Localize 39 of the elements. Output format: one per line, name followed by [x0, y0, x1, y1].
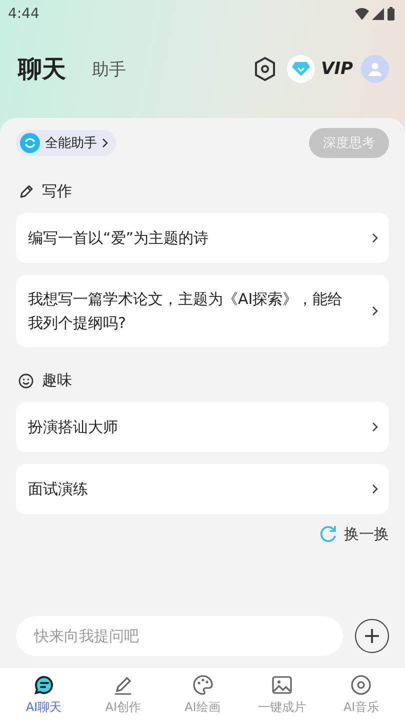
- chevron-right-icon: [371, 232, 379, 244]
- section-title: 写作: [42, 182, 72, 201]
- plus-icon: [363, 627, 381, 645]
- prompt-text: 扮演搭讪大师: [28, 417, 119, 438]
- loop-icon: [20, 133, 40, 153]
- chevron-right-icon: [102, 138, 108, 148]
- battery-icon: [387, 7, 395, 21]
- refresh-icon: [318, 524, 338, 544]
- prompt-card[interactable]: 我想写一篇学术论文，主题为《AI探索》，能给我列个提纲吗?: [16, 275, 389, 347]
- nav-label: AI聊天: [26, 698, 62, 716]
- wifi-icon: [355, 8, 369, 20]
- chevron-right-icon: [371, 421, 379, 433]
- assistant-selector[interactable]: 全能助手: [16, 130, 116, 156]
- nav-label: AI创作: [105, 698, 141, 716]
- status-time: 4:44: [8, 6, 40, 22]
- nav-label: 一键成片: [258, 698, 306, 716]
- nav-tab[interactable]: AI聊天: [24, 668, 64, 720]
- section-title: 趣味: [42, 371, 72, 390]
- disc-icon: [349, 672, 374, 696]
- prompt-card[interactable]: 面试演练: [16, 464, 389, 514]
- nav-label: AI绘画: [184, 698, 220, 716]
- refresh-button[interactable]: 换一换: [16, 524, 389, 544]
- prompt-card[interactable]: 扮演搭讪大师: [16, 402, 389, 452]
- chevron-right-icon: [371, 305, 379, 317]
- nav-label: AI音乐: [343, 698, 380, 716]
- header-tab[interactable]: 聊天: [18, 53, 66, 85]
- prompt-text: 编写一首以“爱”为主题的诗: [28, 228, 210, 249]
- pencil-icon: [18, 184, 34, 200]
- prompt-card[interactable]: 编写一首以“爱”为主题的诗: [16, 213, 389, 263]
- prompt-text: 面试演练: [28, 479, 89, 500]
- palette-icon: [190, 672, 215, 696]
- vip-badge[interactable]: VIP: [287, 55, 361, 83]
- add-button[interactable]: [355, 619, 389, 653]
- header-tab[interactable]: 助手: [92, 58, 126, 80]
- chevron-right-icon: [371, 483, 379, 495]
- signal-icon: [372, 8, 384, 20]
- settings-icon[interactable]: [253, 56, 278, 82]
- smile-icon: [18, 372, 34, 388]
- prompt-text: 我想写一篇学术论文，主题为《AI探索》，能给我列个提纲吗?: [28, 289, 344, 334]
